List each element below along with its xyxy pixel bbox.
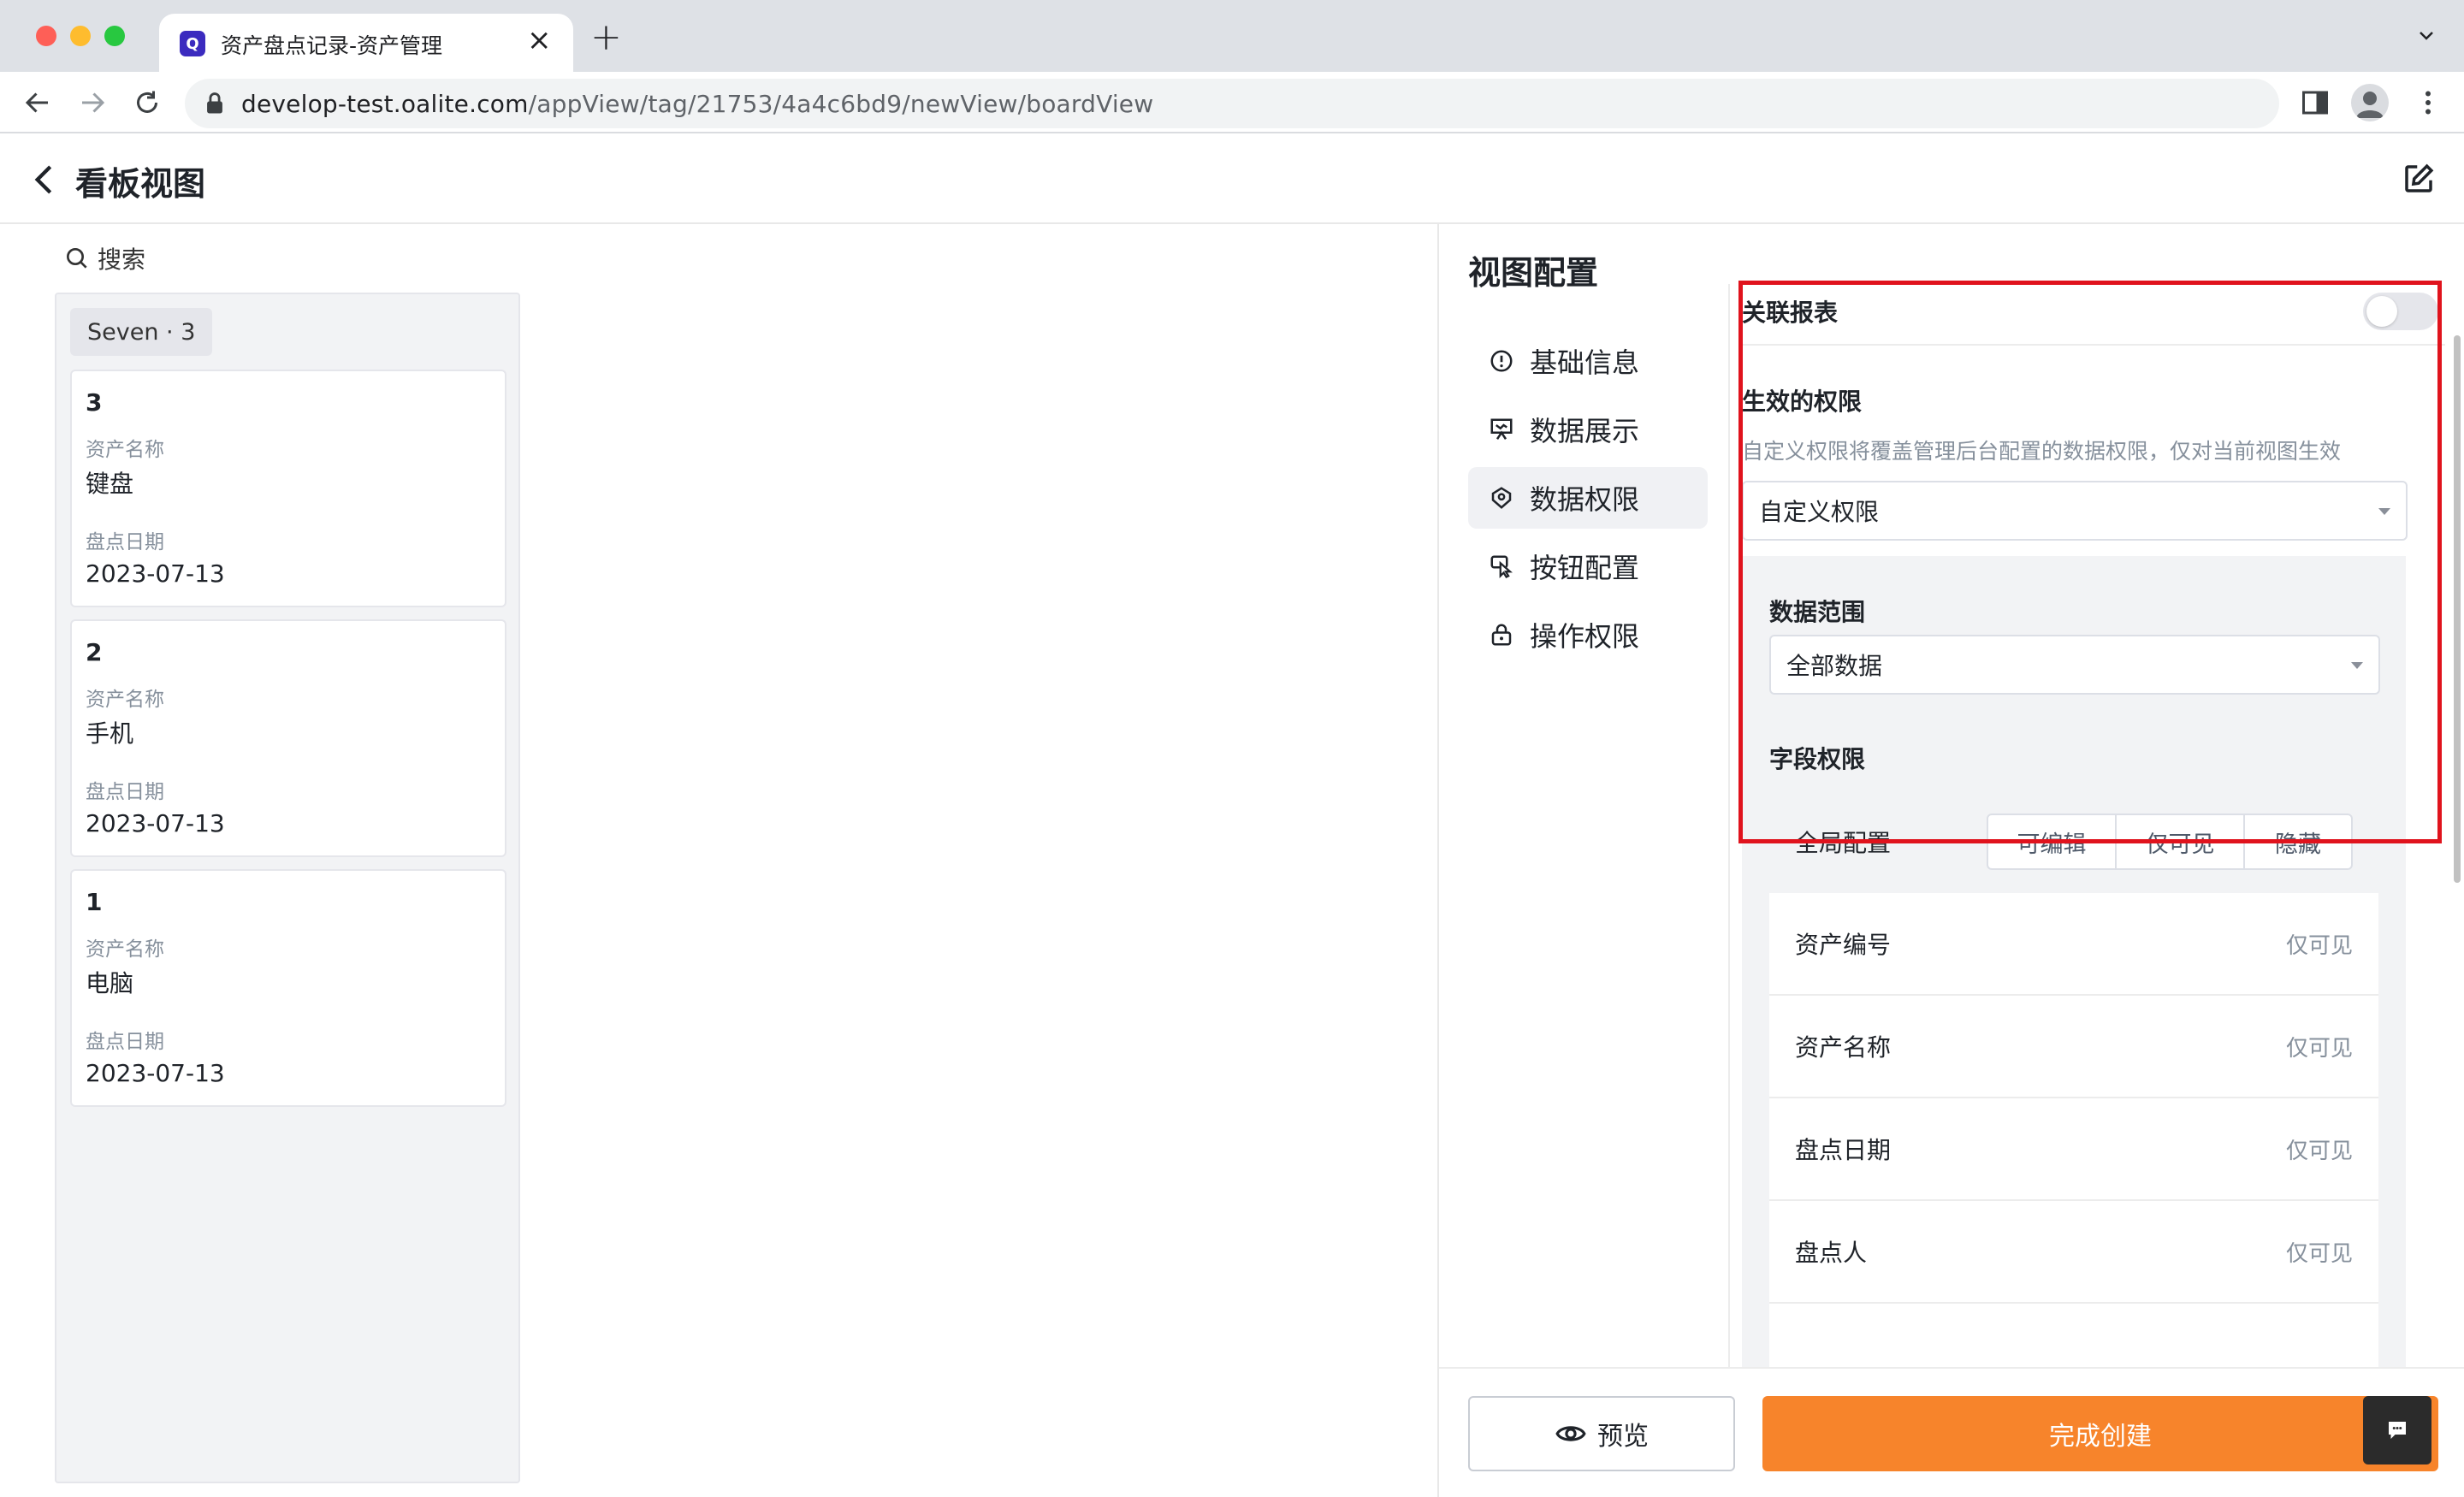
card-name-value: 键盘 xyxy=(86,470,134,498)
board-card[interactable]: 1 资产名称 电脑 盘点日期 2023-07-13 xyxy=(70,869,506,1107)
card-date-value: 2023-07-13 xyxy=(86,809,225,837)
url-text: develop-test.oalite.com/appView/tag/2175… xyxy=(241,90,1153,118)
maximize-window-button[interactable] xyxy=(104,26,125,46)
menu-item-label: 操作权限 xyxy=(1530,620,1640,653)
field-name: 资产编号 xyxy=(1795,931,1892,959)
search-icon xyxy=(67,248,87,269)
card-date-value: 2023-07-13 xyxy=(86,1059,225,1087)
field-permission: 仅可见 xyxy=(2285,1035,2353,1062)
board-card[interactable]: 2 资产名称 手机 盘点日期 2023-07-13 xyxy=(70,619,506,857)
browser-tab[interactable]: Q 资产盘点记录-资产管理 × xyxy=(159,14,573,72)
field-permission: 仅可见 xyxy=(2285,1138,2353,1164)
menu-item-label: 基础信息 xyxy=(1530,346,1640,379)
lock-icon xyxy=(207,92,222,114)
lock-icon xyxy=(1491,624,1512,646)
field-name: 盘点日期 xyxy=(1795,1136,1892,1164)
chat-button[interactable] xyxy=(2363,1396,2431,1464)
eye-icon xyxy=(1555,1426,1586,1441)
menu-item-data-display[interactable]: 数据展示 xyxy=(1468,399,1708,460)
field-permission: 仅可见 xyxy=(2285,1240,2353,1267)
finish-create-button[interactable]: 完成创建 xyxy=(1762,1396,2438,1471)
panel-title: 视图配置 xyxy=(1468,254,1599,292)
card-date-label: 盘点日期 xyxy=(86,531,164,553)
panel-scrollbar[interactable] xyxy=(2454,335,2461,883)
field-row[interactable]: 资产名称 仅可见 xyxy=(1769,996,2378,1098)
info-circle-icon xyxy=(1490,350,1513,372)
field-permission: 仅可见 xyxy=(2285,932,2353,959)
menu-item-label: 数据展示 xyxy=(1530,415,1640,447)
card-name-value: 电脑 xyxy=(86,969,134,997)
group-tag: Seven · 3 xyxy=(70,308,213,356)
finish-label: 完成创建 xyxy=(2049,1422,2152,1452)
menu-item-operation-permission[interactable]: 操作权限 xyxy=(1468,604,1708,666)
kebab-menu-icon[interactable] xyxy=(2413,87,2443,118)
tab-title: 资产盘点记录-资产管理 xyxy=(221,33,443,58)
tab-close-icon[interactable]: × xyxy=(527,26,552,55)
back-arrow-icon[interactable] xyxy=(22,87,53,118)
preview-label: 预览 xyxy=(1597,1422,1649,1452)
app-header: 看板视图 xyxy=(0,135,2464,224)
menu-item-basic-info[interactable]: 基础信息 xyxy=(1468,330,1708,392)
board-card[interactable]: 3 资产名称 键盘 盘点日期 2023-07-13 xyxy=(70,370,506,607)
side-panel-icon[interactable] xyxy=(2300,87,2331,118)
board-column: Seven · 3 3 资产名称 键盘 盘点日期 2023-07-13 2 资产… xyxy=(55,293,520,1483)
edit-icon[interactable] xyxy=(2401,161,2437,197)
card-name-label: 资产名称 xyxy=(86,689,164,711)
person-icon xyxy=(2356,92,2384,118)
card-date-label: 盘点日期 xyxy=(86,781,164,803)
menu-item-button-config[interactable]: 按钮配置 xyxy=(1468,535,1708,597)
field-row[interactable]: 资产编号 仅可见 xyxy=(1769,893,2378,996)
field-name: 盘点人 xyxy=(1795,1239,1868,1267)
menu-item-label: 数据权限 xyxy=(1530,483,1640,516)
forward-arrow-icon[interactable] xyxy=(77,87,108,118)
close-window-button[interactable] xyxy=(36,26,56,46)
card-name-label: 资产名称 xyxy=(86,439,164,461)
highlight-annotation-box xyxy=(1738,281,2442,843)
panel-footer: 预览 完成创建 xyxy=(1439,1367,2464,1497)
chat-bubble-icon xyxy=(2389,1422,2406,1439)
menu-item-data-permission[interactable]: 数据权限 xyxy=(1468,467,1708,529)
minimize-window-button[interactable] xyxy=(70,26,91,46)
page-title: 看板视图 xyxy=(75,165,206,203)
card-number: 3 xyxy=(86,388,103,417)
menu-item-label: 按钮配置 xyxy=(1530,552,1640,584)
chevron-down-icon[interactable] xyxy=(2416,26,2437,46)
browser-tab-bar: Q 资产盘点记录-资产管理 × + xyxy=(0,0,2464,72)
card-number: 2 xyxy=(86,638,103,666)
card-number: 1 xyxy=(86,888,103,916)
card-name-value: 手机 xyxy=(86,719,134,748)
new-tab-icon[interactable]: + xyxy=(590,19,622,56)
shield-icon xyxy=(1491,487,1512,509)
card-date-label: 盘点日期 xyxy=(86,1031,164,1053)
url-domain: develop-test.oalite.com xyxy=(241,90,529,118)
address-bar[interactable]: develop-test.oalite.com/appView/tag/2175… xyxy=(185,79,2279,128)
profile-avatar[interactable] xyxy=(2351,84,2389,121)
reload-icon[interactable] xyxy=(132,87,163,118)
url-path: /appView/tag/21753/4a4c6bd9/newView/boar… xyxy=(528,90,1154,118)
card-name-label: 资产名称 xyxy=(86,938,164,961)
card-date-value: 2023-07-13 xyxy=(86,559,225,588)
field-name: 资产名称 xyxy=(1795,1033,1892,1062)
field-row[interactable]: 盘点人 仅可见 xyxy=(1769,1201,2378,1304)
preview-button[interactable]: 预览 xyxy=(1468,1396,1735,1471)
field-row[interactable]: 盘点日期 仅可见 xyxy=(1769,1098,2378,1201)
app-favicon-icon: Q xyxy=(180,31,205,56)
presentation-icon xyxy=(1490,418,1513,440)
search-label: 搜索 xyxy=(98,246,146,274)
pointer-icon xyxy=(1490,555,1513,578)
back-chevron-icon[interactable] xyxy=(29,163,60,197)
board-search[interactable]: 搜索 xyxy=(63,241,145,275)
